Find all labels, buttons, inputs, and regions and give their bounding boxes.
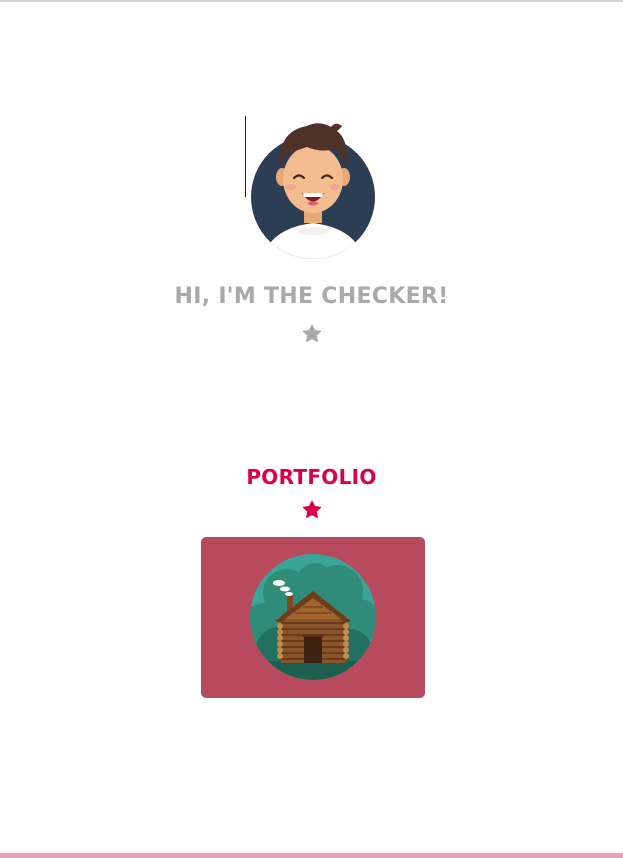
hero-title: HI, I'M THE CHECKER! [174, 284, 449, 309]
log-cabin-icon [250, 554, 376, 680]
bottom-bar [0, 853, 623, 858]
section-title-portfolio: PORTFOLIO [246, 465, 377, 489]
text-caret [245, 116, 246, 197]
portfolio-item-card[interactable] [201, 537, 425, 698]
star-icon [302, 500, 322, 518]
avatar [251, 123, 375, 259]
star-icon [302, 324, 322, 342]
top-divider [0, 0, 623, 2]
